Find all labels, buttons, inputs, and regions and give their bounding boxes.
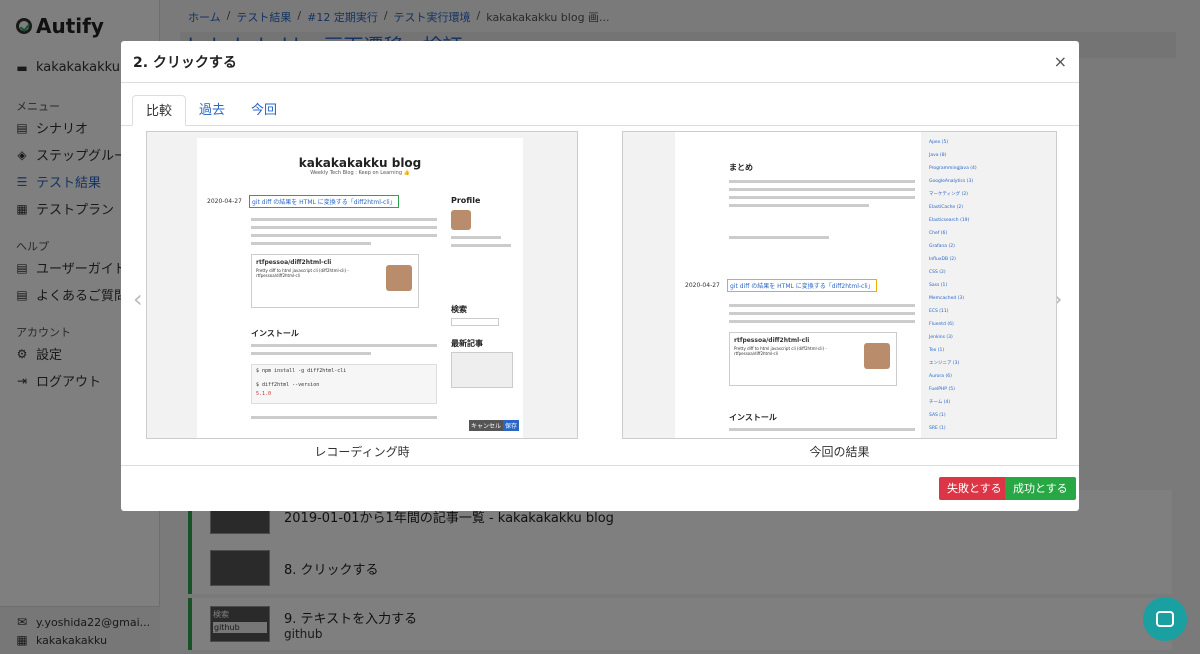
- text-line: [729, 312, 915, 315]
- card-subtitle: Pretty diff to html javascript cli (diff…: [734, 346, 827, 356]
- category-link: チーム (4): [929, 400, 951, 405]
- text-line: [729, 196, 915, 199]
- code-block: $ npm install -g diff2html-cli $ diff2ht…: [251, 364, 437, 404]
- code-line-1: $ npm install -g diff2html-cli: [256, 368, 347, 374]
- code-line-3: 5.1.0: [256, 391, 272, 397]
- category-link: GoogleAnalytics (3): [929, 179, 974, 184]
- text-line: [729, 320, 915, 323]
- category-link: マーケティング (2): [929, 192, 968, 197]
- tab-bar: 比較 過去 今回: [132, 95, 290, 126]
- text-line: [251, 352, 371, 355]
- category-link: CSS (2): [929, 270, 946, 275]
- category-link: Apex (5): [929, 140, 949, 145]
- text-line: [729, 304, 915, 307]
- recording-screenshot: kakakakakku blog Weekly Tech Blog : Keep…: [146, 131, 578, 439]
- category-link: エンジニア (3): [929, 361, 960, 366]
- category-link: SAS (1): [929, 413, 946, 418]
- install-heading: インストール: [729, 413, 777, 422]
- search-heading: 検索: [451, 305, 467, 314]
- text-line: [729, 188, 915, 191]
- close-icon[interactable]: ×: [1054, 52, 1067, 71]
- recent-thumbnail: [451, 352, 513, 388]
- post-link-highlight: git diff の結果を HTML に変換する「diff2html-cli」: [249, 195, 399, 208]
- category-link: Fluentd (6): [929, 322, 954, 327]
- result-screenshot: まとめ 2020-04-27 git diff の結果を HTML に変換する「…: [622, 131, 1057, 439]
- category-link: Tex (1): [929, 348, 945, 353]
- card-title: rtfpessoa/diff2html-cli: [256, 259, 332, 266]
- category-link: Sass (1): [929, 283, 948, 288]
- text-line: [729, 236, 829, 239]
- category-link: Jenkins (3): [929, 335, 953, 340]
- blog-page: kakakakakku blog Weekly Tech Blog : Keep…: [197, 138, 523, 438]
- blog-title: kakakakakku blog: [298, 156, 422, 170]
- link-card: rtfpessoa/diff2html-cli Pretty diff to h…: [729, 332, 897, 386]
- code-line-2: $ diff2html --version: [256, 382, 320, 388]
- category-link: Java (8): [929, 153, 947, 158]
- text-line: [451, 244, 511, 247]
- text-line: [451, 236, 501, 239]
- post-link-highlight: git diff の結果を HTML に変換する「diff2html-cli」: [727, 279, 877, 292]
- blog-subtitle: Weekly Tech Blog : Keep on Learning 👍: [310, 170, 410, 176]
- text-line: [251, 218, 437, 221]
- text-line: [251, 416, 437, 419]
- modal-header: 2. クリックする ×: [121, 41, 1079, 83]
- profile-heading: Profile: [451, 196, 481, 205]
- text-line: [729, 204, 869, 207]
- mark-failed-button[interactable]: 失敗とする: [939, 477, 1010, 500]
- post-date: 2020-04-27: [685, 282, 720, 289]
- text-line: [251, 234, 437, 237]
- prev-arrow-icon[interactable]: ‹: [133, 285, 143, 313]
- card-subtitle: Pretty diff to html javascript cli (diff…: [256, 268, 349, 278]
- category-link: Elasticsearch (19): [929, 218, 970, 223]
- result-caption: 今回の結果: [809, 445, 870, 459]
- category-link: ProgrammingJava (4): [929, 166, 977, 171]
- chat-icon: [1156, 611, 1174, 627]
- tab-compare[interactable]: 比較: [132, 95, 187, 126]
- text-line: [729, 428, 915, 431]
- category-link: ElastiCache (2): [929, 205, 964, 210]
- blog-page: まとめ 2020-04-27 git diff の結果を HTML に変換する「…: [675, 132, 921, 438]
- category-link: Memcached (3): [929, 296, 965, 301]
- post-date: 2020-04-27: [207, 198, 242, 205]
- modal-title: 2. クリックする: [133, 54, 237, 71]
- search-box: [451, 318, 499, 326]
- category-link: InfluxDB (2): [929, 257, 956, 262]
- link-card: rtfpessoa/diff2html-cli Pretty diff to h…: [251, 254, 419, 308]
- category-links: Apex (5) Java (8) ProgrammingJava (4) Go…: [929, 136, 977, 435]
- recent-heading: 最新記事: [451, 339, 483, 348]
- avatar: [386, 265, 412, 291]
- category-link: Chef (6): [929, 231, 948, 236]
- modal-footer-divider: [121, 465, 1079, 466]
- category-link: ECS (11): [929, 309, 949, 314]
- recorder-save: 保存: [503, 420, 520, 431]
- category-link: Grafana (2): [929, 244, 955, 249]
- text-line: [729, 180, 915, 183]
- chat-launcher-button[interactable]: [1143, 597, 1187, 641]
- text-line: [251, 226, 437, 229]
- profile-avatar: [451, 210, 471, 230]
- summary-heading: まとめ: [729, 163, 753, 172]
- avatar: [864, 343, 890, 369]
- recorder-cancel: キャンセル: [469, 420, 504, 431]
- mark-success-button[interactable]: 成功とする: [1005, 477, 1076, 500]
- category-link: FuelPHP (5): [929, 387, 955, 392]
- category-link: SRE (1): [929, 426, 946, 431]
- category-link: Aurora (6): [929, 374, 952, 379]
- recording-caption: レコーディング時: [314, 445, 410, 459]
- text-line: [251, 344, 437, 347]
- tab-current[interactable]: 今回: [238, 95, 290, 126]
- card-title: rtfpessoa/diff2html-cli: [734, 337, 810, 344]
- text-line: [251, 242, 371, 245]
- comparison-modal: 2. クリックする × 比較 過去 今回 ‹ › kakakakakku blo…: [121, 41, 1079, 511]
- install-heading: インストール: [251, 329, 299, 338]
- tab-past[interactable]: 過去: [186, 95, 238, 126]
